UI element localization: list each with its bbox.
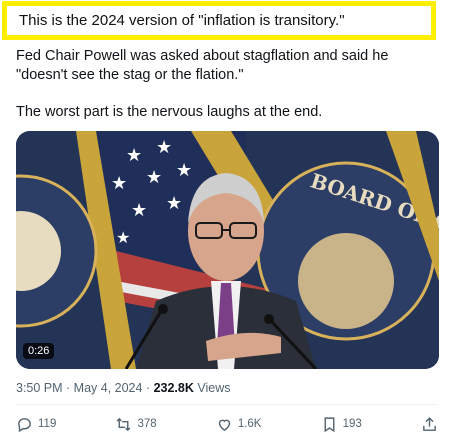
video-duration: 0:26 — [23, 343, 55, 359]
video-frame: ★ ★ ★ ★ ★ ★ ★ ★ BOARD OF GOVERNORS — [16, 131, 439, 369]
svg-text:★: ★ — [131, 200, 147, 221]
tweet-date[interactable]: May 4, 2024 — [74, 381, 143, 395]
like-count: 1.6K — [237, 418, 262, 430]
repost-count: 378 — [137, 418, 157, 430]
svg-text:★: ★ — [116, 228, 130, 247]
share-icon — [423, 416, 436, 431]
repost-button[interactable]: 378 — [115, 416, 157, 433]
svg-text:★: ★ — [111, 173, 127, 194]
svg-text:★: ★ — [126, 145, 142, 166]
reply-icon — [18, 417, 31, 432]
tweet-paragraph-1: Fed Chair Powell was asked about stagfla… — [16, 48, 389, 83]
views-label: Views — [193, 381, 231, 395]
bookmark-button[interactable]: 193 — [321, 416, 362, 433]
highlight-banner: This is the 2024 version of "inflation i… — [2, 1, 436, 40]
like-button[interactable]: 1.6K — [216, 416, 262, 433]
like-icon — [218, 419, 230, 431]
bookmark-icon — [324, 416, 335, 432]
share-button[interactable] — [421, 416, 438, 433]
svg-text:★: ★ — [146, 167, 162, 188]
video-player[interactable]: ★ ★ ★ ★ ★ ★ ★ ★ BOARD OF GOVERNORS — [16, 131, 439, 369]
svg-text:★: ★ — [156, 137, 172, 158]
meta-separator: · — [62, 381, 74, 395]
repost-icon — [117, 417, 131, 431]
tweet-paragraph-2: The worst part is the nervous laughs at … — [16, 104, 323, 120]
action-bar: 119 378 1.6K 193 — [16, 414, 438, 434]
svg-text:★: ★ — [176, 160, 192, 181]
bookmark-count: 193 — [342, 418, 362, 430]
tweet-text: Fed Chair Powell was asked about stagfla… — [16, 47, 436, 122]
meta-separator: · — [142, 381, 154, 395]
views-count: 232.8K — [153, 381, 194, 395]
reply-count: 119 — [38, 418, 57, 430]
reply-button[interactable]: 119 — [16, 416, 56, 433]
banner-text: This is the 2024 version of "inflation i… — [19, 12, 345, 29]
tweet-meta: 3:50 PM · May 4, 2024 · 232.8K Views — [16, 381, 230, 395]
divider — [16, 404, 438, 405]
tweet-time[interactable]: 3:50 PM — [16, 381, 63, 395]
svg-text:★: ★ — [166, 193, 182, 214]
